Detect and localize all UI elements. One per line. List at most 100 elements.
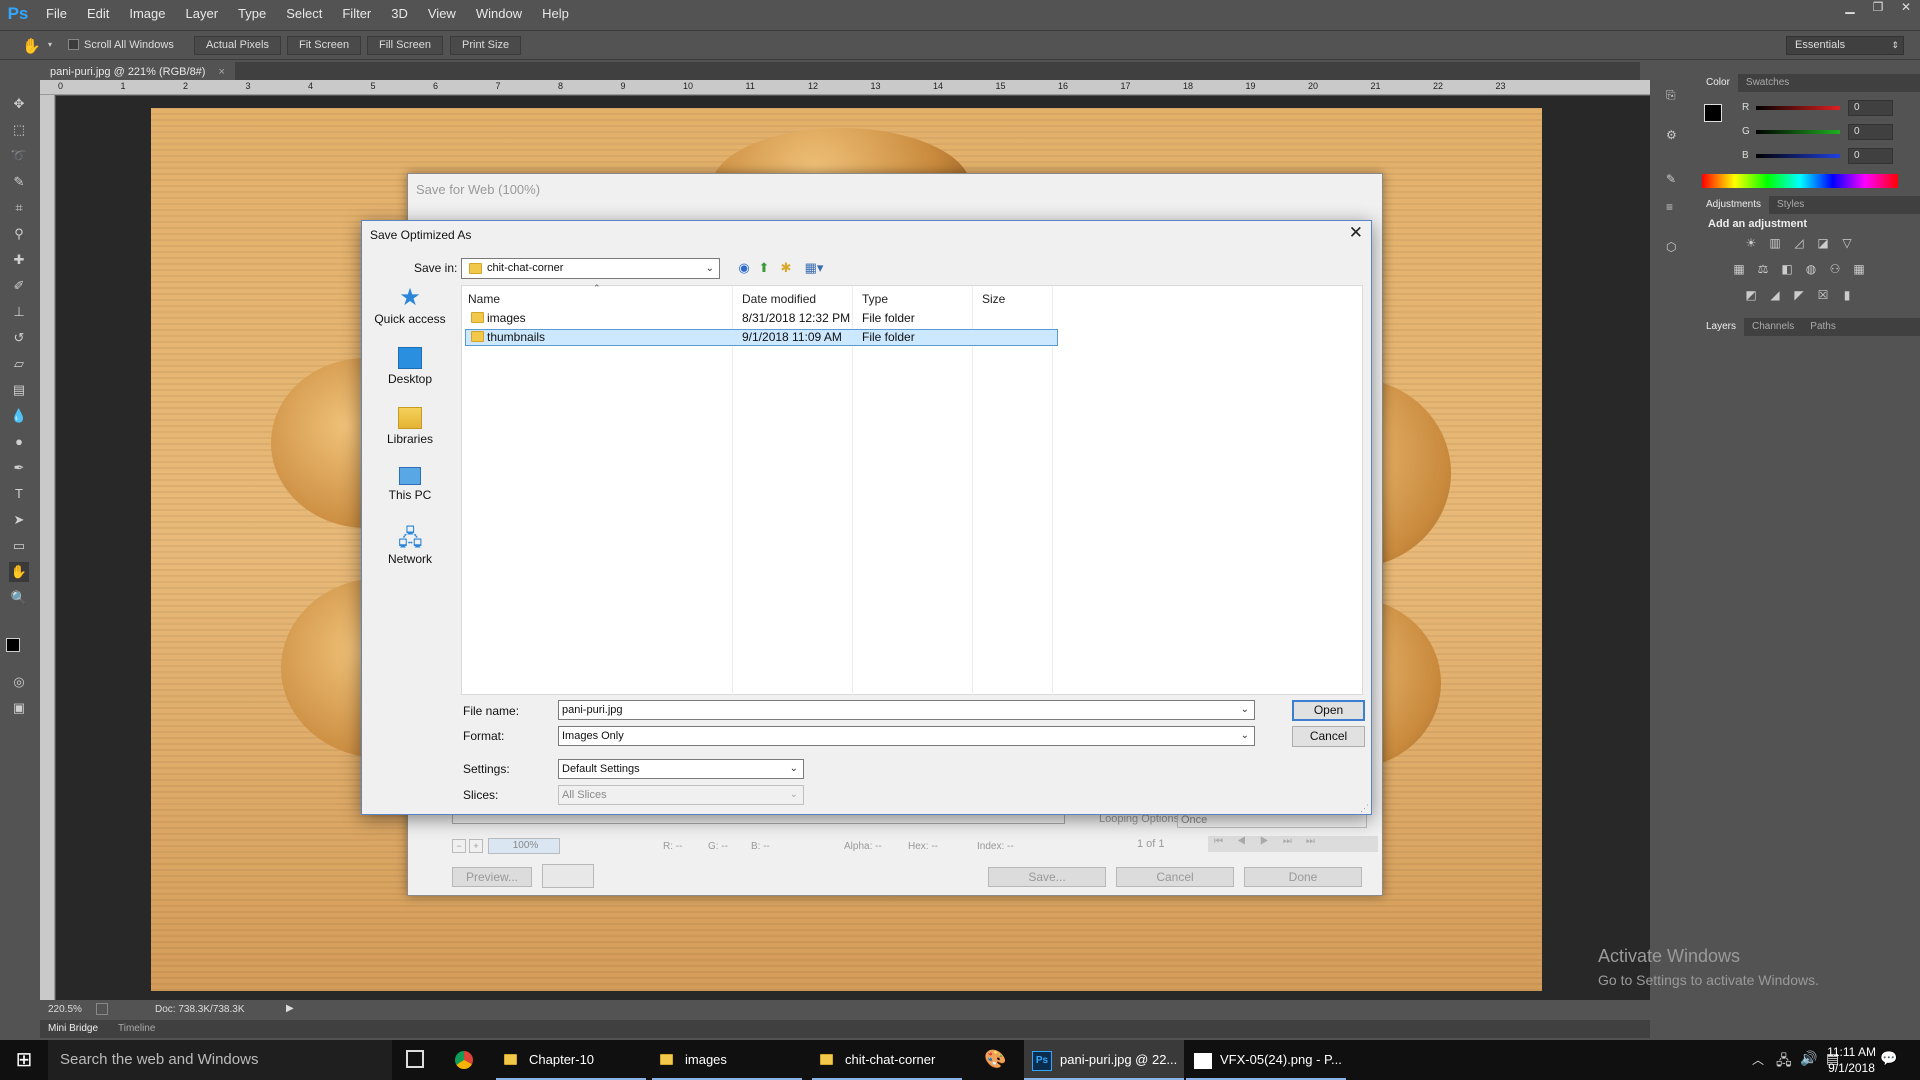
green-slider[interactable] (1756, 130, 1840, 134)
menu-type[interactable]: Type (228, 0, 276, 28)
history-panel-icon[interactable]: ⎘ (1666, 88, 1676, 103)
taskbar-item-chapter-10[interactable]: Chapter-10 (496, 1040, 646, 1080)
file-row-thumbnails[interactable]: thumbnails 9/1/2018 11:09 AM File folder (465, 329, 1058, 346)
green-value-input[interactable]: 0 (1848, 124, 1893, 140)
tab-swatches[interactable]: Swatches (1738, 74, 1797, 92)
screen-mode-icon[interactable]: ▣ (9, 698, 29, 718)
menu-layer[interactable]: Layer (176, 0, 229, 28)
hand-icon[interactable]: ✋ (22, 37, 41, 55)
photo-filter-icon[interactable]: ◍ (1802, 262, 1820, 276)
file-name-input[interactable]: pani-puri.jpg ⌄ (558, 700, 1255, 720)
save-button[interactable]: Save... (988, 867, 1106, 887)
taskbar-item-chit-chat-corner[interactable]: chit-chat-corner (812, 1040, 962, 1080)
chrome-icon[interactable] (453, 1049, 475, 1071)
menu-filter[interactable]: Filter (332, 0, 381, 28)
red-slider[interactable] (1756, 106, 1840, 110)
column-date-modified[interactable]: Date modified (742, 292, 816, 306)
type-tool-icon[interactable]: T (9, 484, 29, 504)
blur-tool-icon[interactable]: 💧 (9, 406, 29, 426)
color-lookup-icon[interactable]: ▦ (1850, 262, 1868, 276)
3d-panel-icon[interactable]: ⬡ (1666, 240, 1676, 254)
browser-select[interactable] (542, 864, 594, 888)
settings-select[interactable]: Default Settings ⌄ (558, 759, 804, 779)
exposure-icon[interactable]: ◪ (1814, 236, 1832, 250)
levels-icon[interactable]: ▥ (1766, 236, 1784, 250)
notifications-icon[interactable]: 💬 (1880, 1050, 1897, 1067)
quick-mask-icon[interactable]: ◎ (9, 672, 29, 692)
chevron-down-icon[interactable]: ⌄ (1241, 701, 1249, 719)
pen-tool-icon[interactable]: ✒ (9, 458, 29, 478)
place-libraries[interactable]: Libraries (370, 407, 450, 446)
animation-controls[interactable]: ⏮◀▶⏭⏭ (1208, 836, 1378, 852)
zoom-level[interactable]: 220.5% (48, 1004, 82, 1015)
tab-color[interactable]: Color (1698, 74, 1738, 92)
channel-mixer-icon[interactable]: ⚇ (1826, 262, 1844, 276)
foreground-color-swatch[interactable] (6, 638, 20, 652)
file-row-images[interactable]: images 8/31/2018 12:32 PM File folder (465, 310, 1058, 327)
resize-grip-icon[interactable]: ⋰ (1360, 803, 1369, 814)
eyedropper-tool-icon[interactable]: ⚲ (9, 224, 29, 244)
menu-window[interactable]: Window (466, 0, 532, 28)
menu-3d[interactable]: 3D (381, 0, 418, 28)
zoom-select[interactable]: 100% (488, 838, 560, 854)
healing-brush-icon[interactable]: ✚ (9, 250, 29, 270)
foreground-color-swatch[interactable] (1704, 104, 1722, 122)
zoom-out-button[interactable]: − (452, 839, 466, 853)
tab-channels[interactable]: Channels (1744, 318, 1802, 336)
new-folder-icon[interactable]: ✱ (778, 260, 794, 276)
curves-icon[interactable]: ◿ (1790, 236, 1808, 250)
workspace-select[interactable]: Essentials ⇕ (1786, 36, 1904, 55)
format-select[interactable]: Images Only ⌄ (558, 726, 1255, 746)
paint-icon[interactable]: 🎨 (984, 1049, 1006, 1070)
place-desktop[interactable]: Desktop (370, 347, 450, 386)
menu-view[interactable]: View (418, 0, 466, 28)
preview-button[interactable]: Preview... (452, 867, 532, 887)
blue-slider[interactable] (1756, 154, 1840, 158)
menu-select[interactable]: Select (276, 0, 332, 28)
move-tool-icon[interactable]: ✥ (9, 94, 29, 114)
fill-screen-button[interactable]: Fill Screen (367, 36, 443, 55)
chevron-right-icon[interactable]: ▶ (286, 1003, 294, 1014)
threshold-icon[interactable]: ◤ (1790, 288, 1808, 302)
zoom-in-button[interactable]: + (469, 839, 483, 853)
taskbar-item-images[interactable]: images (652, 1040, 802, 1080)
brush-presets-icon[interactable]: ≡ (1666, 200, 1673, 214)
back-icon[interactable]: ◉ (736, 260, 752, 276)
lasso-tool-icon[interactable]: ➰ (9, 146, 29, 166)
zoom-tool-icon[interactable]: 🔍 (9, 588, 29, 608)
tab-mini-bridge[interactable]: Mini Bridge (48, 1023, 98, 1034)
eraser-tool-icon[interactable]: ▱ (9, 354, 29, 374)
blue-value-input[interactable]: 0 (1848, 148, 1893, 164)
menu-edit[interactable]: Edit (77, 0, 119, 28)
tab-timeline[interactable]: Timeline (118, 1023, 155, 1034)
place-quick-access[interactable]: ★ Quick access (370, 286, 450, 327)
menu-file[interactable]: File (36, 0, 77, 28)
place-network[interactable]: 🖧 Network (370, 527, 450, 567)
black-white-icon[interactable]: ◧ (1778, 262, 1796, 276)
cancel-button[interactable]: Cancel (1116, 867, 1234, 887)
document-tab[interactable]: pani-puri.jpg @ 221% (RGB/8#) × (40, 62, 235, 82)
tab-styles[interactable]: Styles (1769, 196, 1812, 214)
up-folder-icon[interactable]: ⬆ (756, 260, 772, 276)
shape-tool-icon[interactable]: ▭ (9, 536, 29, 556)
chevron-down-icon[interactable]: ▾ (48, 40, 52, 49)
posterize-icon[interactable]: ◢ (1766, 288, 1784, 302)
quick-select-tool-icon[interactable]: ✎ (9, 172, 29, 192)
invert-icon[interactable]: ◩ (1742, 288, 1760, 302)
file-list[interactable]: Name ⌃ Date modified Type Size images 8/… (461, 283, 1363, 696)
actual-pixels-button[interactable]: Actual Pixels (194, 36, 281, 55)
stamp-tool-icon[interactable]: ⊥ (9, 302, 29, 322)
view-menu-icon[interactable]: ▦▾ (800, 260, 828, 276)
tab-paths[interactable]: Paths (1802, 318, 1844, 336)
gradient-map-icon[interactable]: ▮ (1838, 288, 1856, 302)
brightness-icon[interactable]: ☀ (1742, 236, 1760, 250)
tab-adjustments[interactable]: Adjustments (1698, 196, 1770, 214)
color-balance-icon[interactable]: ⚖ (1754, 262, 1772, 276)
volume-icon[interactable]: 🔊 (1800, 1050, 1817, 1067)
column-size[interactable]: Size (982, 292, 1005, 306)
dodge-tool-icon[interactable]: ● (9, 432, 29, 452)
color-spectrum[interactable] (1702, 174, 1898, 188)
close-icon[interactable]: ✕ (1349, 223, 1363, 243)
taskbar-item-vfx-png[interactable]: VFX-05(24).png - P... (1186, 1040, 1346, 1080)
task-view-icon[interactable] (406, 1050, 424, 1068)
